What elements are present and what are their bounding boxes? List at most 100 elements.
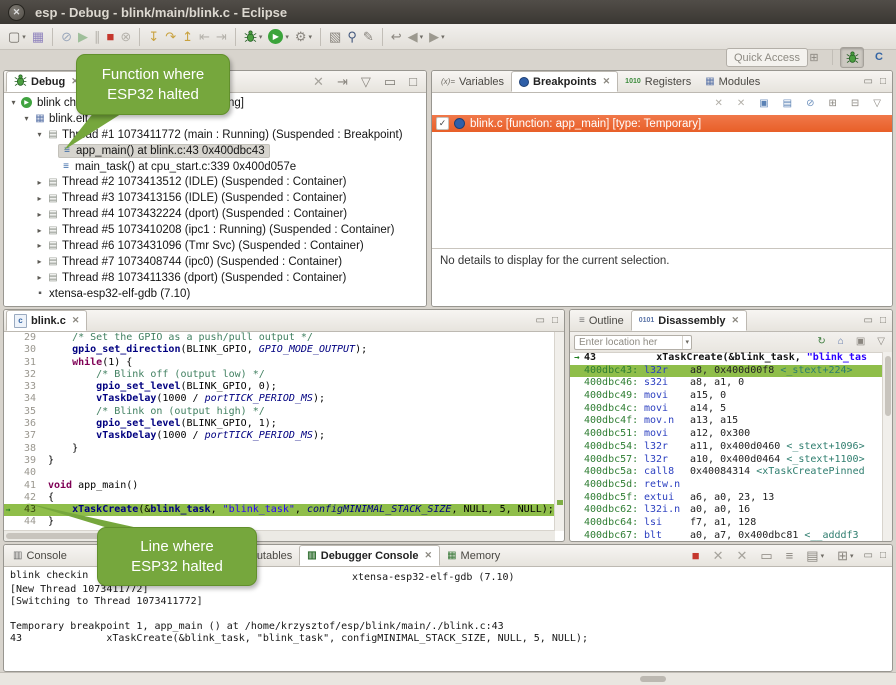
view-menu-icon[interactable]: ▽ <box>874 334 888 350</box>
code-line[interactable]: 37 vTaskDelay(1000 / portTICK_PERIOD_MS)… <box>4 430 555 442</box>
view-menu-icon[interactable]: ▽ <box>358 71 374 92</box>
disassembly-row[interactable]: 400dbc51:movia12, 0x300 <box>570 428 883 441</box>
tab-outline[interactable]: ≡ Outline <box>572 310 631 331</box>
tab-console[interactable]: ▥ Console <box>6 545 74 566</box>
disassembly-row[interactable]: 400dbc57:l32ra10, 0x400d0464 <_stext+110… <box>570 454 883 467</box>
instruction-stepping-icon[interactable]: ⇥ <box>213 26 230 47</box>
minimize-icon[interactable]: ▭ <box>864 550 873 561</box>
search-icon[interactable]: ⚲ <box>344 26 360 47</box>
debug-tree-item[interactable]: ▸▤Thread #3 1073413156 (IDLE) (Suspended… <box>4 190 426 206</box>
clear-console-icon[interactable]: ▭ <box>757 545 775 566</box>
disassembly-row[interactable]: 400dbc43:l32ra8, 0x400d00f8 <_stext+224> <box>570 365 883 378</box>
line-number[interactable]: 35 <box>12 406 40 418</box>
tab-executables[interactable]: utables <box>250 545 299 566</box>
view-menu-icon[interactable]: ▽ <box>870 96 884 112</box>
overview-ruler[interactable] <box>554 332 564 531</box>
code-line[interactable]: 32 /* Blink off (output low) */ <box>4 369 555 381</box>
tab-variables[interactable]: (x)= Variables <box>434 71 511 92</box>
code-line[interactable]: 31 while(1) { <box>4 357 555 369</box>
forward-icon[interactable]: ▶▾ <box>426 26 448 47</box>
new-wizard-icon[interactable]: ▢▾ <box>5 26 29 47</box>
debug-tree-item[interactable]: ▸▤Thread #5 1073410208 (ipc1 : Running) … <box>4 222 426 238</box>
close-button[interactable]: ✕ <box>8 4 25 21</box>
debug-tree-item[interactable]: ▸▤Thread #4 1073432224 (dport) (Suspende… <box>4 206 426 222</box>
remove-launch-icon[interactable]: ✕ <box>710 545 727 566</box>
disassembly-source-row[interactable]: →43 xTaskCreate(&blink_task, "blink_tas <box>570 352 883 365</box>
line-number[interactable]: 39 <box>12 455 40 467</box>
code-line[interactable]: 36 gpio_set_level(BLINK_GPIO, 1); <box>4 418 555 430</box>
tab-memory[interactable]: ▦ Memory <box>440 545 507 566</box>
collapse-all-icon[interactable]: ⊟ <box>848 96 862 112</box>
remove-all-launches-icon[interactable]: ✕ <box>733 545 750 566</box>
tree-expander-icon[interactable]: ▾ <box>34 130 45 139</box>
tab-blink-c[interactable]: c blink.c ✕ <box>6 310 87 331</box>
line-number[interactable]: 38 <box>12 443 40 455</box>
code-line[interactable]: 41void app_main() <box>4 480 555 492</box>
horizontal-scrollbar[interactable] <box>4 530 555 541</box>
tab-registers[interactable]: 1010 Registers <box>618 71 698 92</box>
tab-debugger-console[interactable]: ▥ Debugger Console ✕ <box>299 545 440 566</box>
debug-tree-item[interactable]: ≡main_task() at cpu_start.c:339 0x400d05… <box>4 159 426 175</box>
location-combo[interactable]: Enter location her ▾ <box>574 335 692 350</box>
tree-expander-icon[interactable]: ▸ <box>34 226 45 235</box>
disassembly-row[interactable]: 400dbc46:s32ia8, a1, 0 <box>570 377 883 390</box>
debug-tree-item[interactable]: ▸▤Thread #8 1073411336 (dport) (Suspende… <box>4 270 426 286</box>
remove-breakpoint-icon[interactable]: ✕ <box>711 96 725 112</box>
tree-expander-icon[interactable]: ▾ <box>21 114 32 123</box>
disassembly-row[interactable]: 400dbc62:l32i.na0, a0, 16 <box>570 504 883 517</box>
disassembly-row[interactable]: 400dbc5d:retw.n <box>570 479 883 492</box>
maximize-icon[interactable]: □ <box>880 550 886 561</box>
skip-all-breakpoints-icon[interactable]: ⊘ <box>803 96 817 112</box>
code-line[interactable]: 29 /* Set the GPIO as a push/pull output… <box>4 332 555 344</box>
tab-breakpoints[interactable]: Breakpoints ✕ <box>511 71 618 92</box>
skip-all-breakpoints-icon[interactable]: ⊘ <box>58 26 75 47</box>
expand-all-icon[interactable]: ⊞ <box>826 96 840 112</box>
line-number[interactable]: 29 <box>12 332 40 344</box>
show-breakpoints-for-selection-icon[interactable]: ▣ <box>756 96 771 112</box>
minimize-icon[interactable]: ▭ <box>536 315 545 326</box>
tab-debug[interactable]: Debug ✕ <box>6 71 87 92</box>
instruction-stepping-mode-icon[interactable]: ⇥ <box>334 71 351 92</box>
open-console-icon[interactable]: ⊞▾ <box>834 545 856 566</box>
disassembly-row[interactable]: 400dbc49:movia15, 0 <box>570 390 883 403</box>
minimize-icon[interactable]: ▭ <box>864 315 873 326</box>
disassembly-row[interactable]: 400dbc54:l32ra11, 0x400d0460 <_stext+109… <box>570 441 883 454</box>
cpp-perspective-button[interactable]: C <box>868 48 890 67</box>
disconnect-icon[interactable]: ⊗ <box>117 26 134 47</box>
close-icon[interactable]: ✕ <box>732 315 740 326</box>
back-icon[interactable]: ◀▾ <box>405 26 427 47</box>
code-line[interactable]: 40 <box>4 467 555 479</box>
tree-expander-icon[interactable]: ▸ <box>34 178 45 187</box>
remove-all-breakpoints-icon[interactable]: ✕ <box>734 96 748 112</box>
toggle-mark-occurrences-icon[interactable]: ✎ <box>360 26 377 47</box>
close-icon[interactable]: ✕ <box>72 315 80 326</box>
disassembly-row[interactable]: 400dbc64:lsif7, a1, 128 <box>570 517 883 530</box>
tab-modules[interactable]: ▦ Modules <box>698 71 767 92</box>
display-selected-console-icon[interactable]: ▤▾ <box>803 545 827 566</box>
debug-tree-item[interactable]: ▸▤Thread #6 1073431096 (Tmr Svc) (Suspen… <box>4 238 426 254</box>
debug-tree-item[interactable]: ▪xtensa-esp32-elf-gdb (7.10) <box>4 286 426 302</box>
code-line[interactable]: 33 gpio_set_level(BLINK_GPIO, 0); <box>4 381 555 393</box>
last-edit-location-icon[interactable]: ↩ <box>388 26 405 47</box>
tab-disassembly[interactable]: 0101 Disassembly ✕ <box>631 310 747 331</box>
new-cpp-project-icon[interactable]: ▧ <box>326 26 344 47</box>
tree-expander-icon[interactable]: ▸ <box>34 241 45 250</box>
tree-expander-icon[interactable]: ▾ <box>8 98 19 107</box>
maximize-icon[interactable]: □ <box>406 71 420 92</box>
step-return-icon[interactable]: ↥ <box>179 26 196 47</box>
step-over-icon[interactable]: ↷ <box>162 26 179 47</box>
save-icon[interactable]: ▦ <box>29 26 47 47</box>
quick-access-button[interactable]: Quick Access <box>726 48 808 67</box>
close-icon[interactable]: ✕ <box>603 76 611 87</box>
tree-expander-icon[interactable]: ▸ <box>34 257 45 266</box>
tree-expander-icon[interactable]: ▸ <box>34 273 45 282</box>
code-line[interactable]: 39} <box>4 455 555 467</box>
code-line[interactable]: 30 gpio_set_direction(BLINK_GPIO, GPIO_M… <box>4 344 555 356</box>
disassembly-listing[interactable]: →43 xTaskCreate(&blink_task, "blink_tas4… <box>570 352 883 541</box>
line-number[interactable]: 32 <box>12 369 40 381</box>
go-to-file-for-breakpoint-icon[interactable]: ▤ <box>780 96 795 112</box>
maximize-icon[interactable]: □ <box>880 315 886 326</box>
scroll-lock-icon[interactable]: ≡ <box>783 545 797 566</box>
resume-icon[interactable]: ▶ <box>75 26 91 47</box>
line-number[interactable]: 34 <box>12 393 40 405</box>
